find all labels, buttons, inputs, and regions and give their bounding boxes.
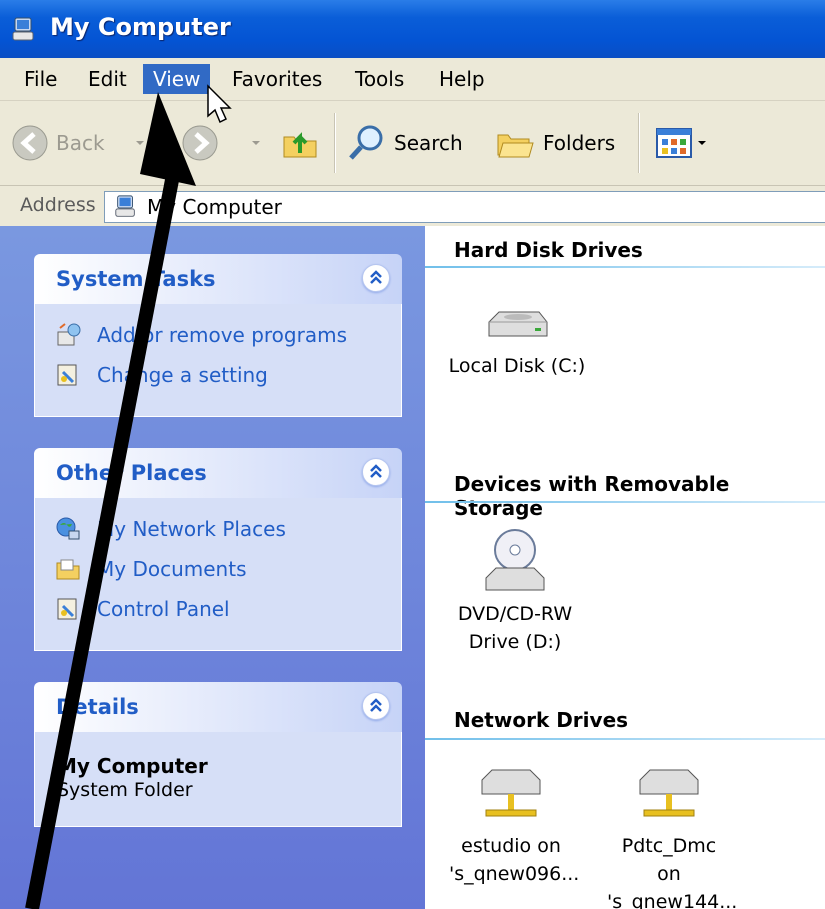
drive-dvd-cd-rw-d[interactable]: DVD/CD-RW Drive (D:) xyxy=(445,526,585,656)
network-places-icon xyxy=(56,517,80,540)
up-folder-icon xyxy=(283,132,317,158)
other-places-header[interactable]: Other Places xyxy=(34,448,402,498)
back-dropdown[interactable] xyxy=(134,101,146,185)
details-type: System Folder xyxy=(57,779,193,801)
content-pane: Hard Disk Drives Local Disk (C:) Devices… xyxy=(425,226,825,909)
menu-edit[interactable]: Edit xyxy=(78,64,137,94)
views-button[interactable] xyxy=(654,101,708,185)
address-label: Address xyxy=(20,194,96,216)
menu-file[interactable]: File xyxy=(14,64,67,94)
details-title: Details xyxy=(56,695,139,719)
system-tasks-panel: System Tasks Add or remove programs Chan… xyxy=(34,254,402,417)
network-drive-icon xyxy=(639,769,699,817)
search-icon xyxy=(349,125,383,160)
search-button[interactable]: Search xyxy=(346,101,463,185)
toolbar: Back Search Folders xyxy=(0,101,825,186)
my-documents-icon xyxy=(56,559,80,580)
task-change-setting[interactable]: Change a setting xyxy=(55,360,268,390)
cd-drive-icon xyxy=(485,529,545,591)
add-remove-programs-icon xyxy=(57,323,81,346)
drive-label: estudio on xyxy=(461,835,561,857)
drive-label: Local Disk (C:) xyxy=(448,355,586,377)
menu-view[interactable]: View xyxy=(143,64,211,94)
drive-label-line2: 's_qnew144... xyxy=(607,891,738,909)
forward-dropdown[interactable] xyxy=(250,101,262,185)
task-pane: System Tasks Add or remove programs Chan… xyxy=(0,226,425,909)
place-label: My Network Places xyxy=(97,517,286,541)
place-label: Control Panel xyxy=(97,597,230,621)
folders-button[interactable]: Folders xyxy=(495,101,615,185)
group-title-hard-disk: Hard Disk Drives xyxy=(454,238,643,262)
hard-disk-icon xyxy=(488,311,548,337)
control-panel-icon xyxy=(57,598,77,620)
group-divider xyxy=(425,501,825,503)
collapse-chevron-icon[interactable] xyxy=(362,458,390,486)
drive-local-disk-c[interactable]: Local Disk (C:) xyxy=(447,306,587,380)
drive-label: DVD/CD-RW xyxy=(457,603,573,625)
menu-favorites[interactable]: Favorites xyxy=(222,64,332,94)
folders-label: Folders xyxy=(543,131,616,155)
place-control-panel[interactable]: Control Panel xyxy=(55,594,230,624)
address-value: My Computer xyxy=(147,195,282,219)
search-label: Search xyxy=(394,131,463,155)
views-icon xyxy=(656,128,692,158)
collapse-chevron-icon[interactable] xyxy=(362,692,390,720)
task-label: Add or remove programs xyxy=(97,323,347,347)
other-places-body: My Network Places My Documents Control P… xyxy=(34,498,402,651)
place-my-documents[interactable]: My Documents xyxy=(55,554,246,584)
menu-tools[interactable]: Tools xyxy=(345,64,414,94)
control-panel-icon xyxy=(57,364,77,386)
window-title: My Computer xyxy=(50,13,231,41)
task-add-remove-programs[interactable]: Add or remove programs xyxy=(55,320,347,350)
system-tasks-title: System Tasks xyxy=(56,267,216,291)
group-divider xyxy=(425,738,825,740)
explorer-window: My Computer File Edit View Favorites Too… xyxy=(0,0,825,909)
details-header[interactable]: Details xyxy=(34,682,402,732)
chevron-down-icon xyxy=(698,141,706,145)
drive-label: Pdtc_Dmc on xyxy=(621,835,717,885)
drive-label-line2: Drive (D:) xyxy=(468,631,562,653)
forward-button[interactable] xyxy=(180,101,220,185)
address-input[interactable]: My Computer xyxy=(104,191,825,223)
place-label: My Documents xyxy=(97,557,247,581)
folders-icon xyxy=(497,134,534,158)
my-computer-icon xyxy=(12,17,34,41)
other-places-panel: Other Places My Network Places My Docume… xyxy=(34,448,402,651)
drive-label-line2: 's_qnew096... xyxy=(449,863,580,885)
group-title-network-drives: Network Drives xyxy=(454,708,629,732)
menu-help[interactable]: Help xyxy=(429,64,495,94)
details-name: My Computer xyxy=(57,754,208,778)
place-my-network-places[interactable]: My Network Places xyxy=(55,514,286,544)
network-drive-icon xyxy=(481,769,541,817)
system-tasks-body: Add or remove programs Change a setting xyxy=(34,304,402,417)
back-label: Back xyxy=(56,131,105,155)
back-arrow-icon xyxy=(12,125,48,161)
toolbar-separator xyxy=(638,113,640,173)
group-title-removable: Devices with Removable Storage xyxy=(454,472,730,520)
task-label: Change a setting xyxy=(97,363,268,387)
forward-arrow-icon xyxy=(182,125,218,161)
group-divider xyxy=(425,266,825,268)
network-drive-pdtc-dmc[interactable]: Pdtc_Dmc on 's_qnew144... xyxy=(607,766,738,909)
details-panel: Details My Computer System Folder xyxy=(34,682,402,827)
my-computer-icon xyxy=(115,195,135,217)
menu-bar: File Edit View Favorites Tools Help xyxy=(0,58,825,101)
toolbar-separator xyxy=(334,113,336,173)
details-body: My Computer System Folder xyxy=(34,732,402,827)
address-bar: Address My Computer xyxy=(0,186,825,226)
title-bar[interactable]: My Computer xyxy=(0,0,825,58)
chevron-down-icon xyxy=(136,141,144,145)
chevron-down-icon xyxy=(252,141,260,145)
collapse-chevron-icon[interactable] xyxy=(362,264,390,292)
system-tasks-header[interactable]: System Tasks xyxy=(34,254,402,304)
back-button[interactable]: Back xyxy=(10,101,105,185)
other-places-title: Other Places xyxy=(56,461,207,485)
network-drive-estudio[interactable]: estudio on 's_qnew096... xyxy=(449,766,580,888)
up-button[interactable] xyxy=(280,101,320,185)
